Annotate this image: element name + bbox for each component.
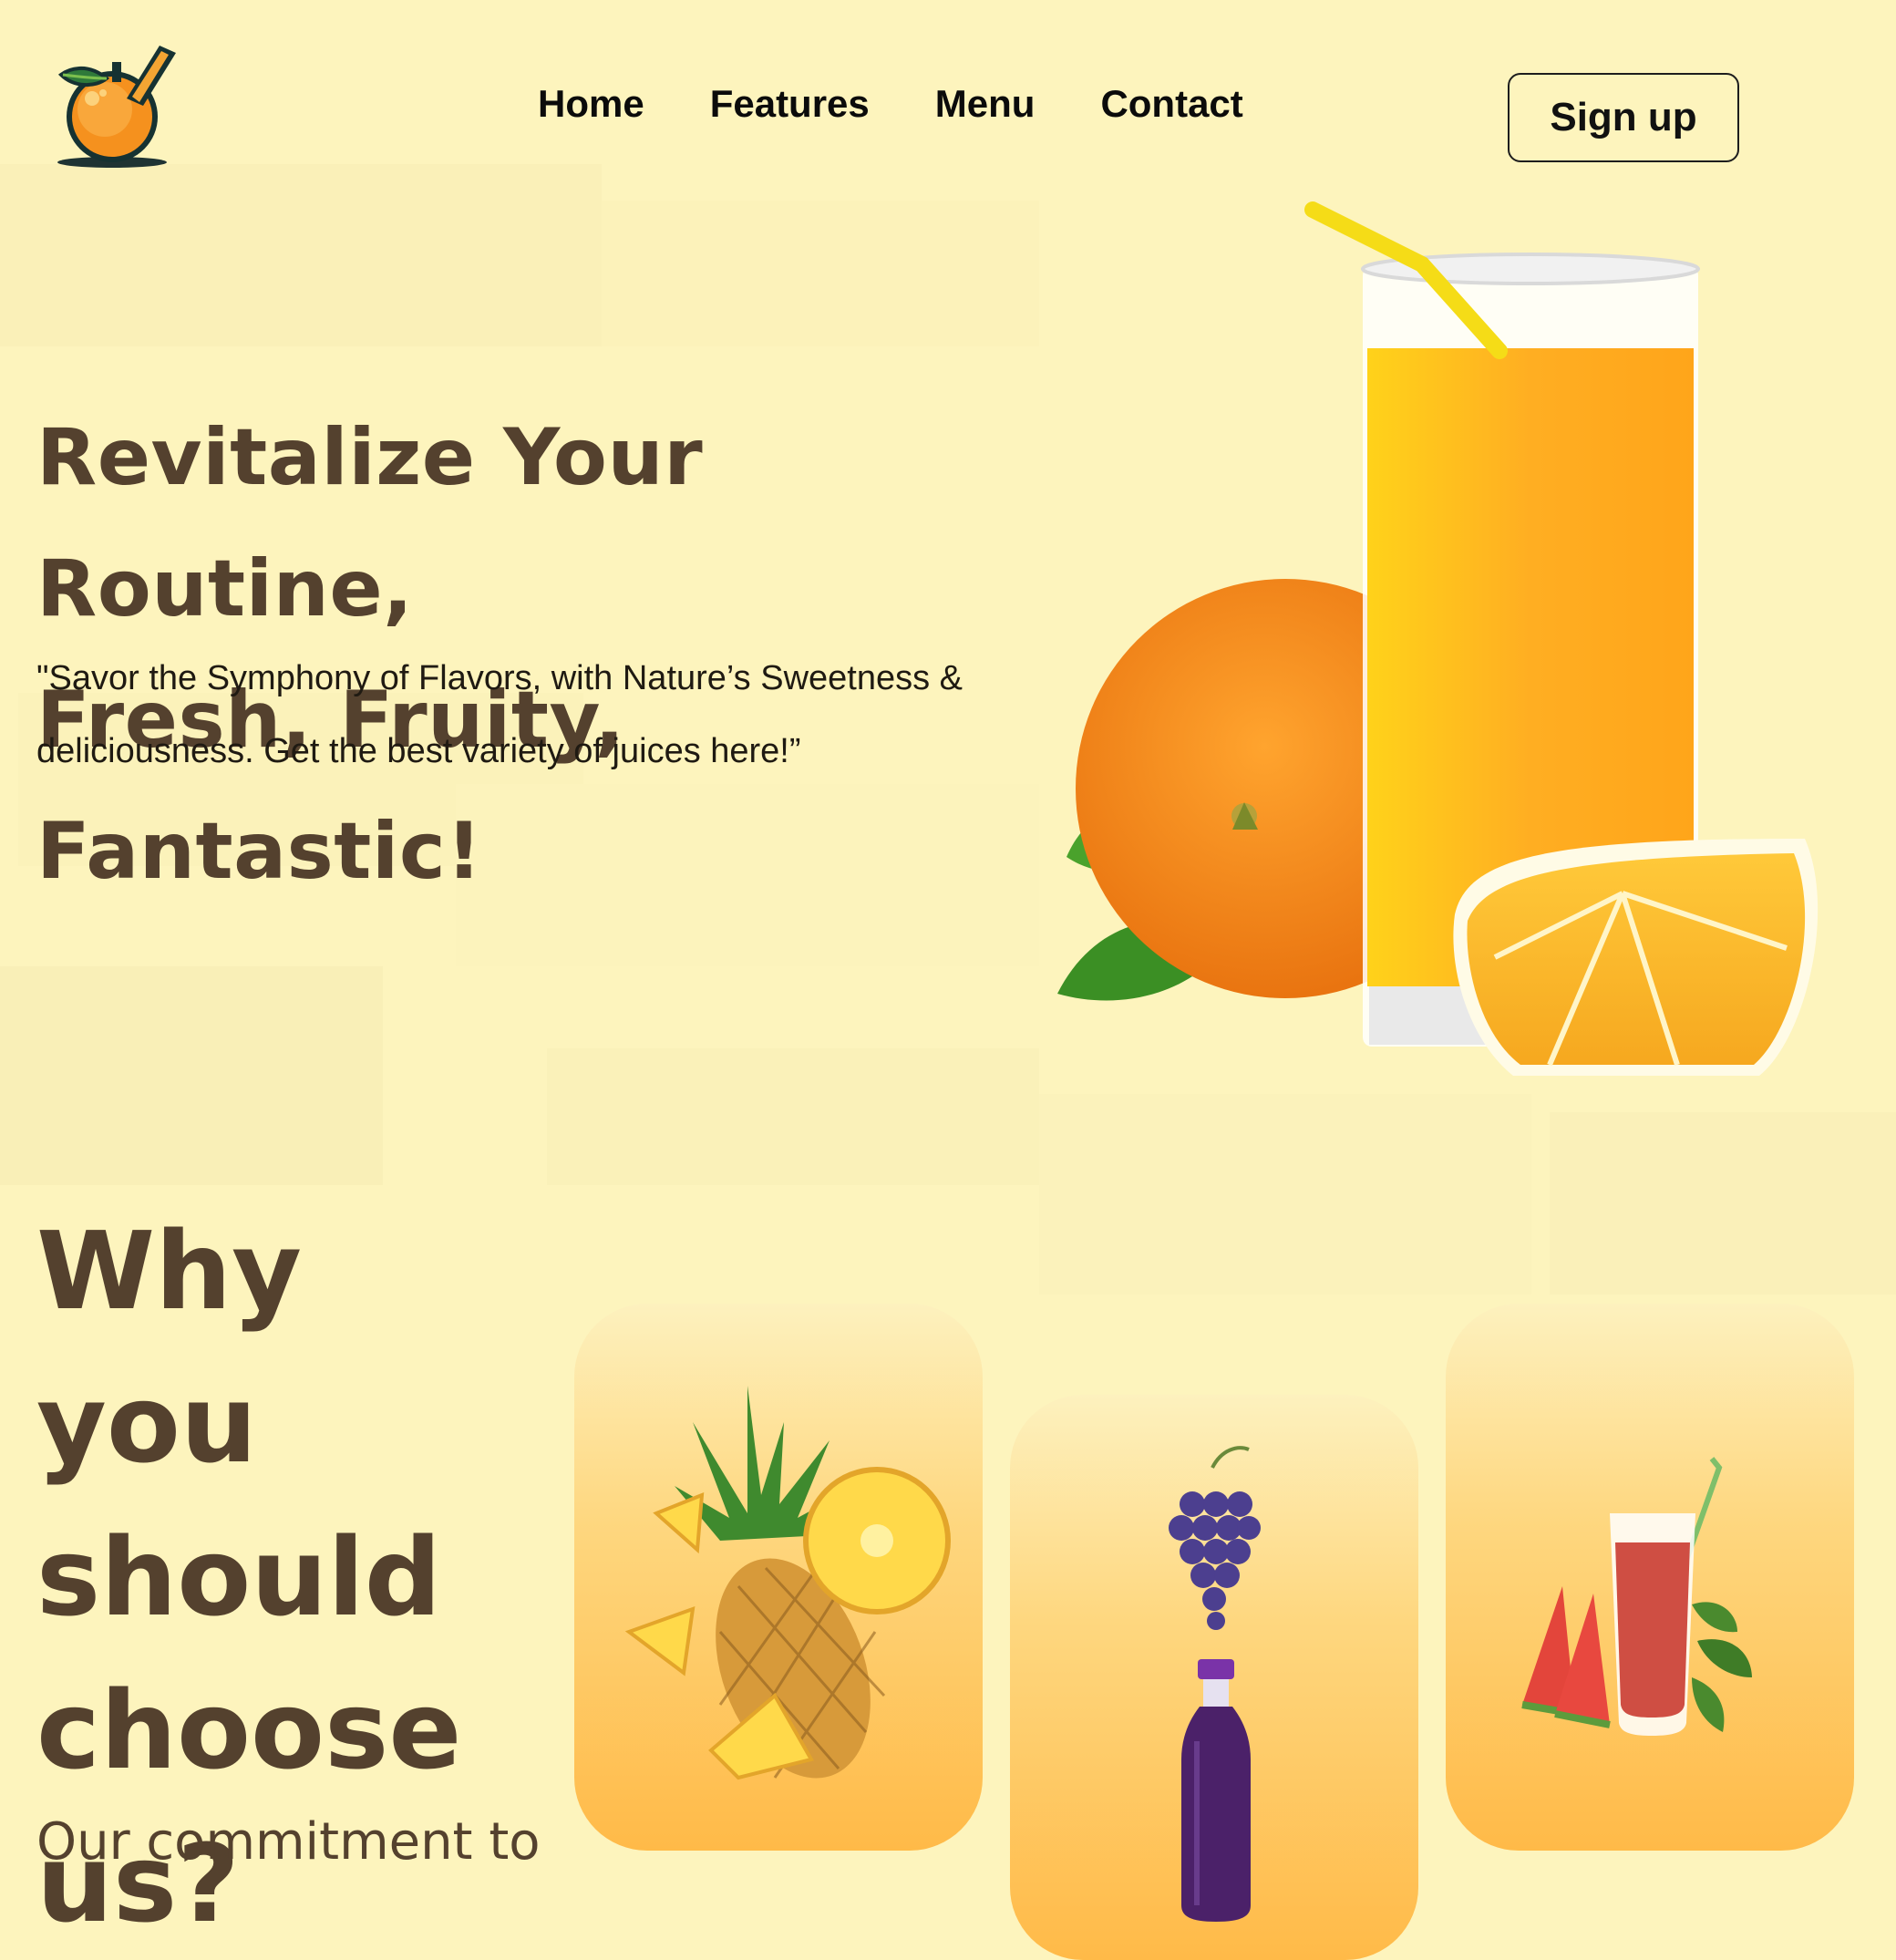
hero-subtitle-line1: "Savor the Symphony of Flavors, with Nat… <box>36 659 963 697</box>
why-subtitle: Our commitment to <box>36 1812 541 1872</box>
nav-contact-link[interactable]: Contact <box>1100 80 1242 128</box>
orange-logo-icon[interactable] <box>50 35 187 171</box>
nav-home-link[interactable]: Home <box>538 80 644 128</box>
why-title-line3: choose <box>36 1667 462 1793</box>
grape-juice-card[interactable] <box>1010 1395 1418 1960</box>
grape-bottle-icon <box>1169 1446 1261 1922</box>
nav-features-link[interactable]: Features <box>710 80 870 128</box>
hero-subtitle-line2: deliciousness. Get the best variety of j… <box>36 732 801 770</box>
orange-juice-hero-image <box>1057 201 1819 1076</box>
pineapple-card[interactable] <box>574 1304 983 1851</box>
why-title-line1: Why you <box>36 1208 303 1487</box>
main-nav: Home Features Menu Contact <box>538 80 1243 128</box>
hero-subtitle: "Savor the Symphony of Flavors, with Nat… <box>36 642 1021 788</box>
pineapple-icon <box>624 1386 951 1780</box>
why-title-line2: should <box>36 1514 442 1640</box>
signup-button[interactable]: Sign up <box>1508 73 1739 162</box>
watermelon-glass-icon <box>1521 1457 1752 1736</box>
watermelon-juice-card[interactable] <box>1446 1304 1854 1851</box>
hero-title-line1: Revitalize Your Routine, <box>36 412 704 634</box>
nav-menu-link[interactable]: Menu <box>935 80 1036 128</box>
